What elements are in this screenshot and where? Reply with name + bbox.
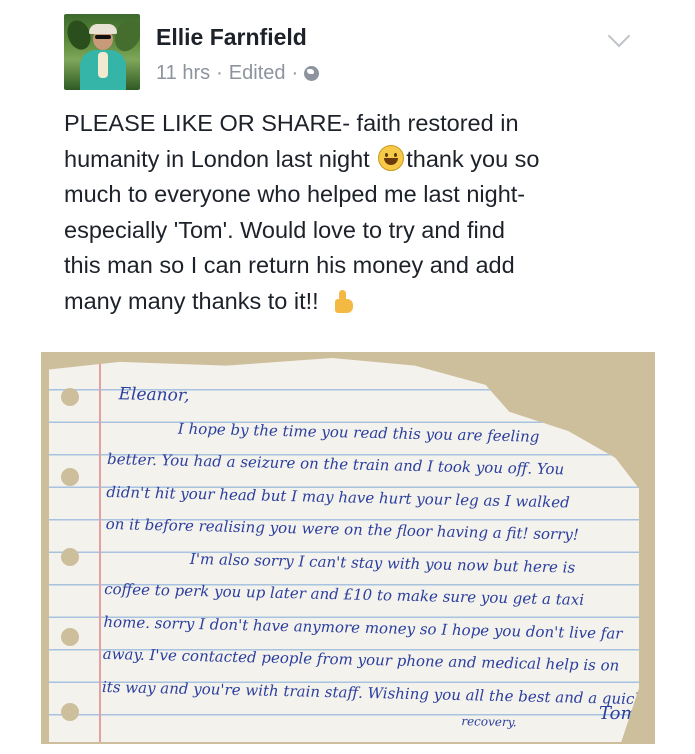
handwritten-note: Eleanor, I hope by the time you read thi… <box>49 358 639 742</box>
author-name[interactable]: Ellie Farnfield <box>156 24 307 51</box>
author-avatar[interactable] <box>64 14 140 90</box>
edited-label[interactable]: Edited <box>229 62 286 85</box>
post-photo[interactable]: Eleanor, I hope by the time you read thi… <box>41 352 655 744</box>
letter-body: Eleanor, I hope by the time you read thi… <box>100 378 639 742</box>
post-header: Ellie Farnfield 11 hrs · Edited · <box>64 14 664 94</box>
meta-separator: · <box>291 62 299 84</box>
post-text-line: especially 'Tom'. Would love to try and … <box>64 216 505 243</box>
punch-hole <box>61 628 79 646</box>
grinning-face-emoji-icon <box>378 144 405 171</box>
post-text-line: this man so I can return his money and a… <box>64 252 515 278</box>
post-timestamp[interactable]: 11 hrs <box>156 62 210 85</box>
post-text-line: PLEASE LIKE OR SHARE- faith restored in <box>64 110 519 136</box>
post-text-line: humanity in London last night thank you … <box>64 142 664 178</box>
post-meta: 11 hrs · Edited · <box>156 62 320 85</box>
punch-hole <box>61 548 79 566</box>
punch-hole <box>61 388 79 406</box>
post-text-segment: many many thanks to it!! <box>64 287 319 314</box>
post-text-segment: humanity in London last night <box>64 145 370 172</box>
globe-icon[interactable] <box>304 66 320 81</box>
post-text-segment: thank you so <box>406 145 540 172</box>
meta-separator: · <box>216 62 223 84</box>
thumbs-up-emoji-icon <box>329 289 355 314</box>
post-message: PLEASE LIKE OR SHARE- faith restored in … <box>64 106 664 319</box>
punch-hole <box>61 468 79 486</box>
post-text-line: much to everyone who helped me last nigh… <box>64 181 526 207</box>
chevron-down-icon[interactable] <box>607 24 631 48</box>
punch-hole <box>61 703 79 721</box>
margin-line <box>99 358 101 742</box>
post-text-line: many many thanks to it!! <box>64 284 664 320</box>
facebook-post: Ellie Farnfield 11 hrs · Edited · PLEASE… <box>0 0 695 754</box>
letter-signature: Tom <box>599 703 638 724</box>
